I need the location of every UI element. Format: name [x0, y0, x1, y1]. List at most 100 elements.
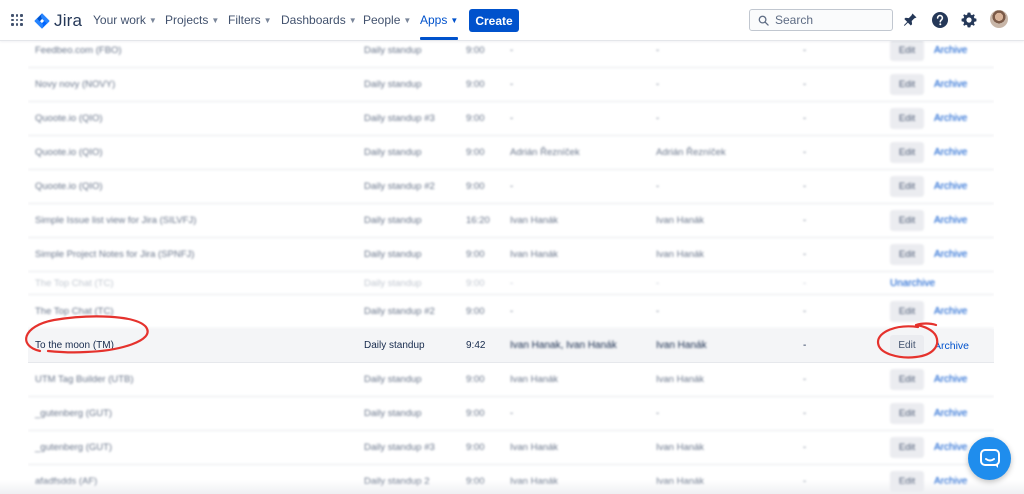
- chevron-down-icon: ▼: [450, 15, 459, 25]
- extra-cell: -: [803, 45, 807, 56]
- person-cell: -: [510, 181, 514, 192]
- chevron-down-icon: ▼: [403, 15, 412, 25]
- project-cell: _gutenberg (GUT): [35, 442, 113, 453]
- chevron-down-icon: ▼: [348, 15, 357, 25]
- edit-button[interactable]: Edit: [890, 335, 924, 356]
- edit-button[interactable]: Edit: [890, 403, 924, 424]
- person-cell: -: [510, 277, 514, 289]
- edit-button[interactable]: Edit: [890, 210, 924, 231]
- nav-your-work[interactable]: Your work ▼: [93, 0, 157, 40]
- time-cell: 16:20: [466, 215, 490, 226]
- archive-link[interactable]: Archive: [934, 204, 967, 237]
- extra-cell: -: [803, 147, 807, 158]
- chat-widget-button[interactable]: [968, 437, 1011, 480]
- table-row: Simple Project Notes for Jira (SPNFJ) Da…: [28, 238, 994, 272]
- edit-button[interactable]: Edit: [890, 301, 924, 322]
- archive-link[interactable]: Archive: [934, 363, 967, 396]
- unarchive-link[interactable]: Unarchive: [890, 272, 935, 294]
- extra-cell: -: [803, 79, 807, 90]
- nav-label: Your work: [93, 13, 146, 27]
- project-cell: Simple Issue list view for Jira (SILVFJ): [35, 215, 197, 226]
- nav-label: Dashboards: [281, 13, 346, 27]
- jira-logo[interactable]: Jira: [34, 11, 82, 31]
- archive-link[interactable]: Archive: [934, 329, 969, 362]
- project-cell: Novy novy (NOVY): [35, 79, 116, 90]
- time-cell: 9:00: [466, 442, 485, 453]
- person-cell: -: [656, 181, 660, 192]
- nav-label: Filters: [228, 13, 261, 27]
- meeting-cell: Daily standup #3: [364, 113, 435, 124]
- settings-gear-icon[interactable]: [960, 11, 978, 29]
- archive-link[interactable]: Archive: [934, 40, 967, 67]
- meeting-cell: Daily standup #3: [364, 442, 435, 453]
- person-cell: -: [510, 113, 514, 124]
- search-input[interactable]: [773, 12, 887, 28]
- meeting-cell: Daily standup: [364, 277, 422, 289]
- table-row: Feedbeo.com (FBO) Daily standup 9:00 - -…: [28, 40, 994, 68]
- person-cell: Ivan Hanák: [656, 249, 705, 260]
- person-cell: -: [656, 45, 660, 56]
- extra-cell: -: [803, 113, 807, 124]
- edit-button[interactable]: Edit: [890, 176, 924, 197]
- edit-button[interactable]: Edit: [890, 244, 924, 265]
- meeting-cell: Daily standup #2: [364, 306, 435, 317]
- archive-link[interactable]: Archive: [934, 136, 967, 169]
- create-button[interactable]: Create: [469, 9, 519, 32]
- time-cell: 9:00: [466, 45, 485, 56]
- meeting-cell: Daily standup: [364, 408, 422, 419]
- edit-button[interactable]: Edit: [890, 142, 924, 163]
- meeting-cell: Daily standup #2: [364, 181, 435, 192]
- person-cell: -: [656, 306, 660, 317]
- chevron-down-icon: ▼: [211, 15, 220, 25]
- help-icon[interactable]: [931, 11, 949, 29]
- archive-link[interactable]: Archive: [934, 170, 967, 203]
- time-cell: 9:00: [466, 306, 485, 317]
- person-cell: Ivan Hanák: [656, 442, 705, 453]
- time-cell: 9:00: [466, 79, 485, 90]
- extra-cell: -: [803, 181, 807, 192]
- search-box[interactable]: [749, 9, 893, 31]
- project-cell: Feedbeo.com (FBO): [35, 45, 122, 56]
- table-body: Feedbeo.com (FBO) Daily standup 9:00 - -…: [28, 40, 994, 494]
- project-cell: The Top Chat (TC): [35, 306, 114, 317]
- table-row: _gutenberg (GUT) Daily standup 9:00 - - …: [28, 397, 994, 431]
- avatar[interactable]: [990, 10, 1008, 28]
- person-cell: Ivan Hanák: [510, 249, 559, 260]
- table-row: Quoote.io (QIO) Daily standup #3 9:00 - …: [28, 102, 994, 136]
- nav-dashboards[interactable]: Dashboards ▼: [281, 0, 357, 40]
- archive-link[interactable]: Archive: [934, 431, 967, 464]
- notification-bell-icon[interactable]: [901, 11, 919, 29]
- person-cell: -: [656, 79, 660, 90]
- archive-link[interactable]: Archive: [934, 238, 967, 271]
- edit-button[interactable]: Edit: [890, 108, 924, 129]
- archive-link[interactable]: Archive: [934, 102, 967, 135]
- edit-button[interactable]: Edit: [890, 437, 924, 458]
- edit-button[interactable]: Edit: [890, 40, 924, 61]
- project-cell: Quoote.io (QIO): [35, 147, 103, 158]
- app-switcher-icon[interactable]: [11, 14, 23, 26]
- nav-filters[interactable]: Filters ▼: [228, 0, 272, 40]
- person-cell: -: [656, 408, 660, 419]
- chevron-down-icon: ▼: [148, 15, 157, 25]
- table-row-archived: The Top Chat (TC) Daily standup 9:00 - -…: [28, 272, 994, 295]
- archive-link[interactable]: Archive: [934, 295, 967, 328]
- meeting-cell: Daily standup: [364, 147, 422, 158]
- nav-projects[interactable]: Projects ▼: [165, 0, 219, 40]
- extra-cell: -: [803, 249, 807, 260]
- meeting-cell: Daily standup: [364, 374, 422, 385]
- person-cell: Ivan Hanak, Ivan Hanák: [510, 340, 617, 351]
- person-cell: -: [656, 113, 660, 124]
- person-cell: Ivan Hanák: [510, 442, 559, 453]
- edit-button[interactable]: Edit: [890, 74, 924, 95]
- nav-apps[interactable]: Apps ▼: [420, 0, 459, 40]
- extra-cell: -: [803, 306, 807, 317]
- archive-link[interactable]: Archive: [934, 397, 967, 430]
- time-cell: 9:00: [466, 374, 485, 385]
- nav-people[interactable]: People ▼: [363, 0, 411, 40]
- archive-link[interactable]: Archive: [934, 68, 967, 101]
- person-cell: Adrián Řezníček: [656, 147, 726, 158]
- project-cell: The Top Chat (TC): [35, 277, 114, 289]
- edit-button[interactable]: Edit: [890, 369, 924, 390]
- project-cell: UTM Tag Builder (UTB): [35, 374, 134, 385]
- person-cell: Adrián Řezníček: [510, 147, 580, 158]
